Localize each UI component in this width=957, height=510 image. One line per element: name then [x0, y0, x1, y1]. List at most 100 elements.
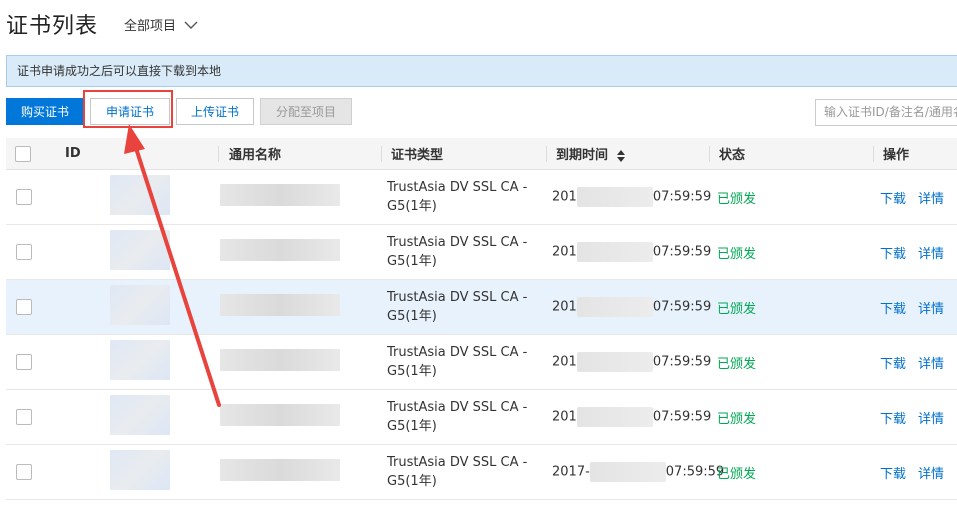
download-link[interactable]: 下载	[880, 357, 906, 372]
cert-type-line1: TrustAsia DV SSL CA -	[387, 455, 528, 470]
details-link[interactable]: 详情	[918, 247, 944, 262]
table-row[interactable]: TrustAsia DV SSL CA - G5(1年) 201 07:59:59 已颁…	[6, 224, 957, 280]
search-input[interactable]: 输入证书ID/备注名/通用名	[815, 99, 957, 126]
cert-type-cell: TrustAsia DV SSL CA - G5(1年)	[381, 389, 546, 445]
column-header-expiry-label: 到期时间	[556, 148, 609, 163]
expiry-date-prefix: 201	[552, 244, 577, 260]
assign-to-project-button[interactable]: 分配至项目	[260, 98, 352, 125]
table-row[interactable]: TrustAsia DV SSL CA - G5(1年) 2017- 07:59:59…	[6, 444, 957, 500]
redacted-id	[110, 175, 170, 215]
select-all-checkbox[interactable]	[15, 145, 31, 162]
column-header-cert-type: 证书类型	[381, 138, 546, 170]
expiry-date-prefix: 2017-	[552, 464, 590, 480]
row-checkbox[interactable]	[16, 189, 32, 205]
cert-type-cell: TrustAsia DV SSL CA - G5(1年)	[381, 334, 546, 390]
status-badge: 已颁发	[709, 224, 873, 280]
details-link[interactable]: 详情	[918, 412, 944, 427]
redacted-common-name	[220, 239, 340, 261]
actions-cell: 下载 详情	[873, 389, 957, 445]
column-header-status: 状态	[709, 138, 873, 170]
expiry-time: 07:59:59	[665, 464, 725, 480]
redacted-id	[110, 230, 170, 270]
actions-cell: 下载 详情	[873, 169, 957, 225]
details-link[interactable]: 详情	[918, 192, 944, 207]
redacted-common-name	[220, 184, 340, 206]
redacted-id	[110, 450, 170, 490]
expiry-cell: 201 07:59:59	[546, 224, 712, 280]
cert-type-line1: TrustAsia DV SSL CA -	[387, 180, 528, 195]
row-checkbox[interactable]	[16, 354, 32, 370]
expiry-cell: 201 07:59:59	[546, 334, 712, 390]
expiry-time: 07:59:59	[652, 244, 712, 260]
download-link[interactable]: 下载	[880, 412, 906, 427]
row-checkbox[interactable]	[16, 299, 32, 315]
row-checkbox[interactable]	[16, 409, 32, 425]
redacted-date	[576, 352, 653, 372]
cert-type-line2: G5(1年)	[387, 474, 437, 489]
project-selector-label: 全部项目	[124, 19, 177, 34]
redacted-date	[576, 242, 653, 262]
column-header-actions: 操作	[873, 138, 957, 170]
column-header-common-name: 通用名称	[218, 138, 381, 170]
table-row[interactable]: TrustAsia DV SSL CA - G5(1年) 201 07:59:59 已颁…	[6, 334, 957, 390]
expiry-time: 07:59:59	[652, 299, 712, 315]
expiry-cell: 201 07:59:59	[546, 279, 712, 335]
cert-type-line1: TrustAsia DV SSL CA -	[387, 345, 528, 360]
redacted-date	[576, 187, 653, 207]
redacted-common-name	[220, 404, 340, 426]
details-link[interactable]: 详情	[918, 467, 944, 482]
row-checkbox[interactable]	[16, 464, 32, 480]
redacted-common-name	[220, 349, 340, 371]
cert-type-line1: TrustAsia DV SSL CA -	[387, 290, 528, 305]
expiry-date-prefix: 201	[552, 299, 577, 315]
redacted-date	[589, 462, 666, 482]
download-link[interactable]: 下载	[880, 192, 906, 207]
cert-type-cell: TrustAsia DV SSL CA - G5(1年)	[381, 169, 546, 225]
details-link[interactable]: 详情	[918, 357, 944, 372]
page-title: 证书列表	[6, 14, 99, 39]
column-header-expiry[interactable]: 到期时间	[546, 138, 709, 170]
status-badge: 已颁发	[709, 279, 873, 335]
table-row[interactable]: TrustAsia DV SSL CA - G5(1年) 201 07:59:59 已颁…	[6, 389, 957, 445]
expiry-time: 07:59:59	[652, 354, 712, 370]
download-link[interactable]: 下载	[880, 302, 906, 317]
redacted-common-name	[220, 294, 340, 316]
expiry-date-prefix: 201	[552, 409, 577, 425]
table-row[interactable]: TrustAsia DV SSL CA - G5(1年) 201 07:59:59 已颁…	[6, 279, 957, 335]
redacted-id	[110, 285, 170, 325]
redacted-id	[110, 340, 170, 380]
table-header-row: ID 通用名称 证书类型 到期时间 状态 操作	[6, 138, 957, 170]
buy-certificate-button[interactable]: 购买证书	[6, 98, 84, 125]
details-link[interactable]: 详情	[918, 302, 944, 317]
download-link[interactable]: 下载	[880, 247, 906, 262]
redacted-date	[576, 297, 653, 317]
actions-cell: 下载 详情	[873, 279, 957, 335]
expiry-cell: 2017- 07:59:59	[546, 444, 724, 500]
upload-certificate-button[interactable]: 上传证书	[176, 98, 254, 125]
cert-type-line1: TrustAsia DV SSL CA -	[387, 400, 528, 415]
actions-cell: 下载 详情	[873, 224, 957, 280]
expiry-date-prefix: 201	[552, 189, 577, 205]
sort-icon[interactable]	[616, 149, 625, 162]
redacted-id	[110, 395, 170, 435]
download-link[interactable]: 下载	[880, 467, 906, 482]
table-row[interactable]: TrustAsia DV SSL CA - G5(1年) 201 07:59:59 已颁…	[6, 169, 957, 225]
chevron-down-icon	[184, 21, 198, 29]
expiry-time: 07:59:59	[652, 189, 712, 205]
cert-type-cell: TrustAsia DV SSL CA - G5(1年)	[381, 444, 546, 500]
column-header-id: ID	[56, 138, 218, 170]
expiry-cell: 201 07:59:59	[546, 389, 711, 445]
cert-type-line2: G5(1年)	[387, 254, 437, 269]
status-badge: 已颁发	[709, 334, 873, 390]
annotation-highlight-box	[83, 90, 173, 128]
project-selector[interactable]: 全部项目	[124, 15, 198, 34]
row-checkbox[interactable]	[16, 244, 32, 260]
cert-type-cell: TrustAsia DV SSL CA - G5(1年)	[381, 224, 546, 280]
certificate-table: ID 通用名称 证书类型 到期时间 状态 操作 TrustAsia DV SSL…	[6, 138, 957, 500]
cert-type-line2: G5(1年)	[387, 309, 437, 324]
redacted-common-name	[220, 459, 340, 481]
cert-type-line2: G5(1年)	[387, 364, 437, 379]
status-badge: 已颁发	[709, 389, 873, 445]
info-notice: 证书申请成功之后可以直接下载到本地	[6, 55, 957, 87]
expiry-cell: 201 07:59:59	[546, 169, 712, 225]
